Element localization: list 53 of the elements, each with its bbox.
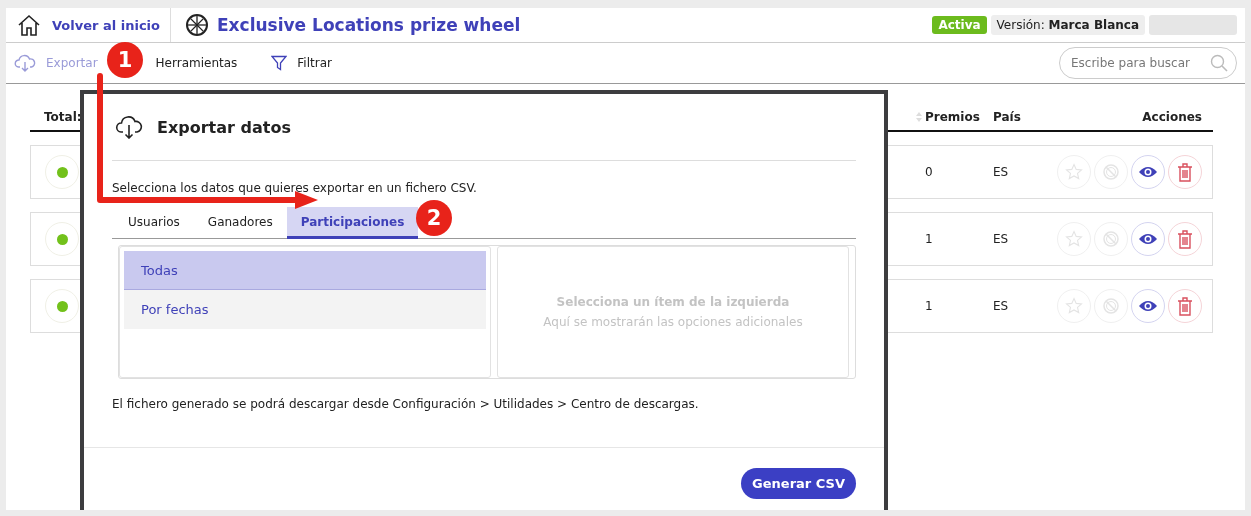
block-icon [1102, 230, 1120, 248]
wheel-icon [185, 13, 209, 37]
trash-icon [1177, 162, 1193, 182]
star-button[interactable] [1057, 222, 1091, 256]
dialog-description: Selecciona los datos que quieres exportar en un fichero CSV. [112, 181, 478, 195]
empty-state-hint: Aquí se mostrarán las opciones adicionales [543, 315, 803, 329]
search-field[interactable]: Escribe para buscar [1059, 47, 1237, 79]
star-button[interactable] [1057, 289, 1091, 323]
trash-icon [1177, 229, 1193, 249]
trash-icon [1177, 296, 1193, 316]
block-icon [1102, 297, 1120, 315]
column-header: Total: [44, 110, 82, 124]
page-title: Exclusive Locations prize wheel [217, 15, 521, 35]
version-badge: Versión: Marca Blanca [990, 15, 1145, 35]
star-icon [1065, 297, 1083, 315]
filter-icon [271, 55, 288, 71]
view-button[interactable] [1131, 155, 1165, 189]
column-header: Acciones [1141, 110, 1202, 124]
table-cell-text: 1 [925, 299, 934, 313]
eye-icon [1138, 299, 1158, 313]
generate-button[interactable]: Generar CSV [741, 467, 856, 499]
table-cell-text: ES [993, 232, 1010, 246]
home-icon[interactable] [16, 13, 42, 37]
tab[interactable]: Participaciones [286, 207, 419, 239]
tab[interactable]: Usuarios [114, 207, 194, 239]
cloud-download-icon [14, 54, 36, 72]
list-item[interactable]: Por fechas [124, 290, 486, 329]
toolbar-button[interactable]: Herramientas [155, 56, 238, 70]
home-link[interactable]: Volver al inicio [52, 17, 160, 33]
table-cell-text: ES [993, 165, 1010, 179]
table-cell-text: 1 [925, 232, 934, 246]
dialog-note: El fichero generado se podrá descargar desde Configuración > Utilidades > Centro de descargas. [112, 397, 700, 411]
block-icon [1102, 163, 1120, 181]
column-header: País [993, 110, 1022, 124]
tab[interactable]: Ganadores [193, 207, 287, 239]
cloud-download-icon [115, 115, 143, 139]
view-button[interactable] [1131, 222, 1165, 256]
dialog-title: Exportar datos [157, 117, 291, 137]
table-cell-text: ES [993, 299, 1010, 313]
eye-icon [1138, 232, 1158, 246]
table-cell-text: 0 [925, 165, 934, 179]
toolbar-button[interactable]: Filtrar [271, 55, 332, 71]
step-badge: 1 [107, 42, 143, 78]
status-badge: Activa [932, 16, 987, 34]
star-button[interactable] [1057, 155, 1091, 189]
list-item[interactable]: Todas [124, 251, 486, 290]
star-icon [1065, 163, 1083, 181]
view-button[interactable] [1131, 289, 1165, 323]
eye-icon [1138, 165, 1158, 179]
empty-state-title: Selecciona un ítem de la izquierda [556, 295, 790, 309]
column-header: Premios [925, 110, 980, 124]
search-icon [1210, 54, 1228, 72]
star-icon [1065, 230, 1083, 248]
